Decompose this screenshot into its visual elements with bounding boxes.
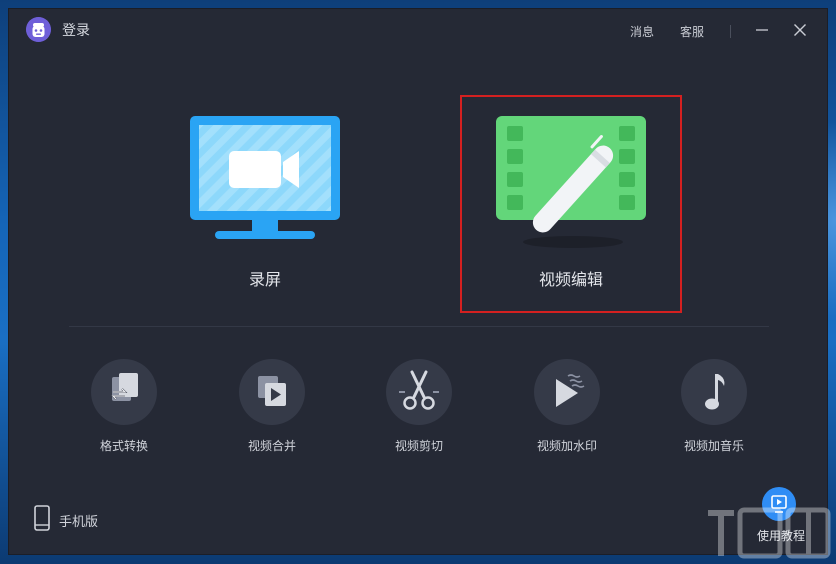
tool-video-cut[interactable]: 视频剪切 [369, 359, 469, 454]
avatar-icon [26, 17, 51, 42]
tool-video-merge[interactable]: 视频合并 [222, 359, 322, 454]
mobile-version-link[interactable]: 手机版 [33, 505, 98, 531]
video-music-circle [681, 359, 747, 425]
close-icon [794, 24, 806, 36]
tool-label: 视频剪切 [394, 439, 443, 453]
tool-label: 视频加水印 [536, 439, 597, 453]
selection-highlight [460, 95, 682, 313]
minimize-button[interactable] [751, 19, 773, 41]
watermark-icon [556, 374, 585, 407]
title-bar: 登录 消息 客服 [9, 9, 827, 53]
scissors-icon [399, 370, 439, 410]
tool-label: 视频合并 [247, 439, 296, 453]
close-button[interactable] [789, 19, 811, 41]
video-watermark-circle [534, 359, 600, 425]
titlebar-divider [730, 25, 731, 38]
monitor-camera-icon [190, 116, 340, 239]
record-screen-label: 录屏 [248, 270, 281, 289]
music-note-icon [705, 374, 725, 410]
avatar[interactable] [26, 17, 51, 42]
section-divider [69, 326, 769, 327]
tool-label: 视频加音乐 [683, 439, 744, 453]
app-window: 登录 消息 客服 录屏 视频编辑 格式转换 视频合并 视频剪切 视频加水印 视频… [9, 9, 827, 554]
tool-video-music[interactable]: 视频加音乐 [664, 359, 764, 454]
record-screen-button[interactable]: 录屏 [185, 114, 345, 294]
site-watermark-logo [708, 507, 831, 559]
tool-video-watermark[interactable]: 视频加水印 [517, 359, 617, 454]
login-link[interactable]: 登录 [62, 20, 90, 40]
tool-label: 格式转换 [99, 439, 148, 453]
format-convert-icon [110, 373, 138, 401]
messages-link[interactable]: 消息 [630, 23, 654, 40]
phone-icon [34, 505, 50, 531]
tool-format-convert[interactable]: 格式转换 [74, 359, 174, 454]
video-cut-circle [386, 359, 452, 425]
customer-service-link[interactable]: 客服 [680, 23, 704, 40]
minimize-icon [756, 29, 768, 31]
video-merge-circle [239, 359, 305, 425]
mobile-version-label: 手机版 [59, 515, 99, 530]
video-merge-icon [258, 376, 286, 406]
format-convert-circle [91, 359, 157, 425]
